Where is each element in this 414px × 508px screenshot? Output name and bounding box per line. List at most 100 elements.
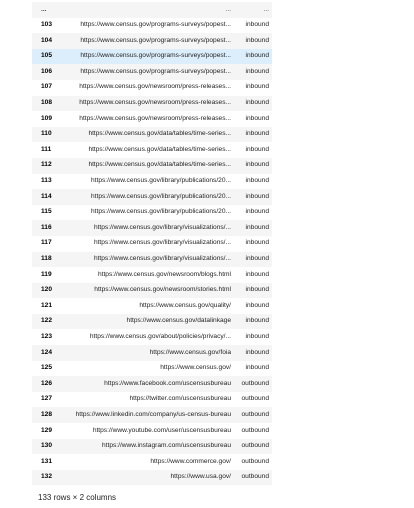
url-cell: https://www.census.gov/datalinkage xyxy=(58,313,234,330)
table-row: 118 https://www.census.gov/library/visual… xyxy=(32,251,272,268)
url-cell: https://www.census.gov/ xyxy=(58,360,234,377)
row-index: 131 xyxy=(32,454,58,470)
table-row: 117 https://www.census.gov/library/visual… xyxy=(32,235,272,252)
row-index: 117 xyxy=(32,235,58,252)
url-cell: https://www.census.gov/library/visualiza… xyxy=(58,251,234,268)
url-cell: https://www.census.gov/newsroom/press-re… xyxy=(58,79,234,96)
table-row: 104 https://www.census.gov/programs-surve… xyxy=(32,33,272,49)
table-row: 128 https://www.linkedin.com/company/us-c… xyxy=(32,407,272,424)
url-cell: https://www.instagram.com/uscensusbureau xyxy=(58,438,234,455)
type-cell: outbound xyxy=(234,423,272,439)
table-row: 107 https://www.census.gov/newsroom/press… xyxy=(32,79,272,96)
table-row: 116 https://www.census.gov/library/visual… xyxy=(32,220,272,236)
type-cell: inbound xyxy=(234,235,272,252)
type-cell: inbound xyxy=(234,33,272,49)
table-row: 132 https://www.usa.gov/outbound xyxy=(32,469,272,486)
row-index: 110 xyxy=(32,126,58,143)
type-cell: inbound xyxy=(234,64,272,80)
row-index: 109 xyxy=(32,111,58,127)
table-row: 129 https://www.youtube.com/user/uscensus… xyxy=(32,423,272,439)
table-row: 103 https://www.census.gov/programs-surve… xyxy=(32,17,272,34)
type-cell: outbound xyxy=(234,438,272,455)
table-row: 123 https://www.census.gov/about/policies… xyxy=(32,329,272,346)
table-row: 108 https://www.census.gov/newsroom/press… xyxy=(32,95,272,112)
table-row: 119 https://www.census.gov/newsroom/blogs… xyxy=(32,267,272,283)
type-cell: ... xyxy=(234,2,272,18)
row-index: 108 xyxy=(32,95,58,112)
type-cell: inbound xyxy=(234,251,272,268)
row-index: 130 xyxy=(32,438,58,455)
table-row: 130 https://www.instagram.com/uscensusbur… xyxy=(32,438,272,455)
url-cell: https://www.census.gov/newsroom/stories.… xyxy=(58,282,234,299)
row-index: 103 xyxy=(32,17,58,34)
type-cell: inbound xyxy=(234,111,272,127)
row-index: 116 xyxy=(32,220,58,236)
table-row: 106 https://www.census.gov/programs-surve… xyxy=(32,64,272,80)
row-index: 113 xyxy=(32,173,58,190)
table-row: 114 https://www.census.gov/library/public… xyxy=(32,189,272,205)
table-row: 109 https://www.census.gov/newsroom/press… xyxy=(32,111,272,127)
row-index: 115 xyxy=(32,204,58,221)
type-cell: inbound xyxy=(234,189,272,205)
url-cell: https://www.census.gov/quality/ xyxy=(58,298,234,314)
table-row: 120 https://www.census.gov/newsroom/stori… xyxy=(32,282,272,299)
table-row: 122 https://www.census.gov/datalinkage inb… xyxy=(32,313,272,330)
type-cell: inbound xyxy=(234,48,272,65)
type-cell: outbound xyxy=(234,391,272,408)
type-cell: inbound xyxy=(234,79,272,96)
type-cell: inbound xyxy=(234,313,272,330)
row-index: 129 xyxy=(32,423,58,439)
table-row: 127 https://twitter.com/uscensusbureau out… xyxy=(32,391,272,408)
row-index: 122 xyxy=(32,313,58,330)
table-row: 110 https://www.census.gov/data/tables/ti… xyxy=(32,126,272,143)
row-index: 105 xyxy=(32,48,58,65)
row-index: 123 xyxy=(32,329,58,346)
row-index: 127 xyxy=(32,391,58,408)
row-index: 126 xyxy=(32,376,58,392)
dataframe-table-container: ... ... ... 103 https://www.census.gov/pr… xyxy=(32,2,272,486)
url-cell: https://www.census.gov/data/tables/time-… xyxy=(58,157,234,174)
row-index: 107 xyxy=(32,79,58,96)
dataframe-shape-label: 133 rows × 2 columns xyxy=(38,493,117,502)
type-cell: inbound xyxy=(234,157,272,174)
url-cell: https://www.census.gov/programs-surveys/… xyxy=(58,33,234,49)
url-cell: ... xyxy=(58,2,234,18)
type-cell: inbound xyxy=(234,204,272,221)
row-index: 132 xyxy=(32,469,58,486)
row-index: 112 xyxy=(32,157,58,174)
row-index: 118 xyxy=(32,251,58,268)
type-cell: inbound xyxy=(234,329,272,346)
url-cell: https://www.census.gov/library/publicati… xyxy=(58,204,234,221)
dataframe-table: ... ... ... 103 https://www.census.gov/pr… xyxy=(32,2,272,486)
url-cell: https://www.census.gov/newsroom/press-re… xyxy=(58,95,234,112)
table-row: 113 https://www.census.gov/library/public… xyxy=(32,173,272,190)
table-row: 111 https://www.census.gov/data/tables/ti… xyxy=(32,142,272,158)
row-index: 114 xyxy=(32,189,58,205)
row-index: 124 xyxy=(32,345,58,361)
table-row: 121 https://www.census.gov/quality/inboun… xyxy=(32,298,272,314)
type-cell: inbound xyxy=(234,282,272,299)
row-index: 121 xyxy=(32,298,58,314)
row-index: ... xyxy=(32,2,58,18)
type-cell: inbound xyxy=(234,126,272,143)
type-cell: inbound xyxy=(234,173,272,190)
url-cell: https://www.census.gov/about/policies/pr… xyxy=(58,329,234,346)
type-cell: inbound xyxy=(234,345,272,361)
table-row: 105 https://www.census.gov/programs-surve… xyxy=(32,48,272,65)
url-cell: https://www.census.gov/data/tables/time-… xyxy=(58,126,234,143)
url-cell: https://www.census.gov/foia xyxy=(58,345,234,361)
table-body: ... ... ... 103 https://www.census.gov/pr… xyxy=(32,2,272,486)
url-cell: https://www.census.gov/newsroom/blogs.ht… xyxy=(58,267,234,283)
table-row: 112 https://www.census.gov/data/tables/ti… xyxy=(32,157,272,174)
table-row: 131 https://www.commerce.gov/outbound xyxy=(32,454,272,470)
row-index: 119 xyxy=(32,267,58,283)
url-cell: https://www.census.gov/library/visualiza… xyxy=(58,235,234,252)
url-cell: https://www.census.gov/programs-surveys/… xyxy=(58,48,234,65)
table-row: 126 https://www.facebook.com/uscensusbure… xyxy=(32,376,272,392)
row-index: 120 xyxy=(32,282,58,299)
url-cell: https://www.youtube.com/user/uscensusbur… xyxy=(58,423,234,439)
type-cell: inbound xyxy=(234,360,272,377)
table-row: 125 https://www.census.gov/inbound xyxy=(32,360,272,377)
type-cell: outbound xyxy=(234,376,272,392)
url-cell: https://twitter.com/uscensusbureau xyxy=(58,391,234,408)
